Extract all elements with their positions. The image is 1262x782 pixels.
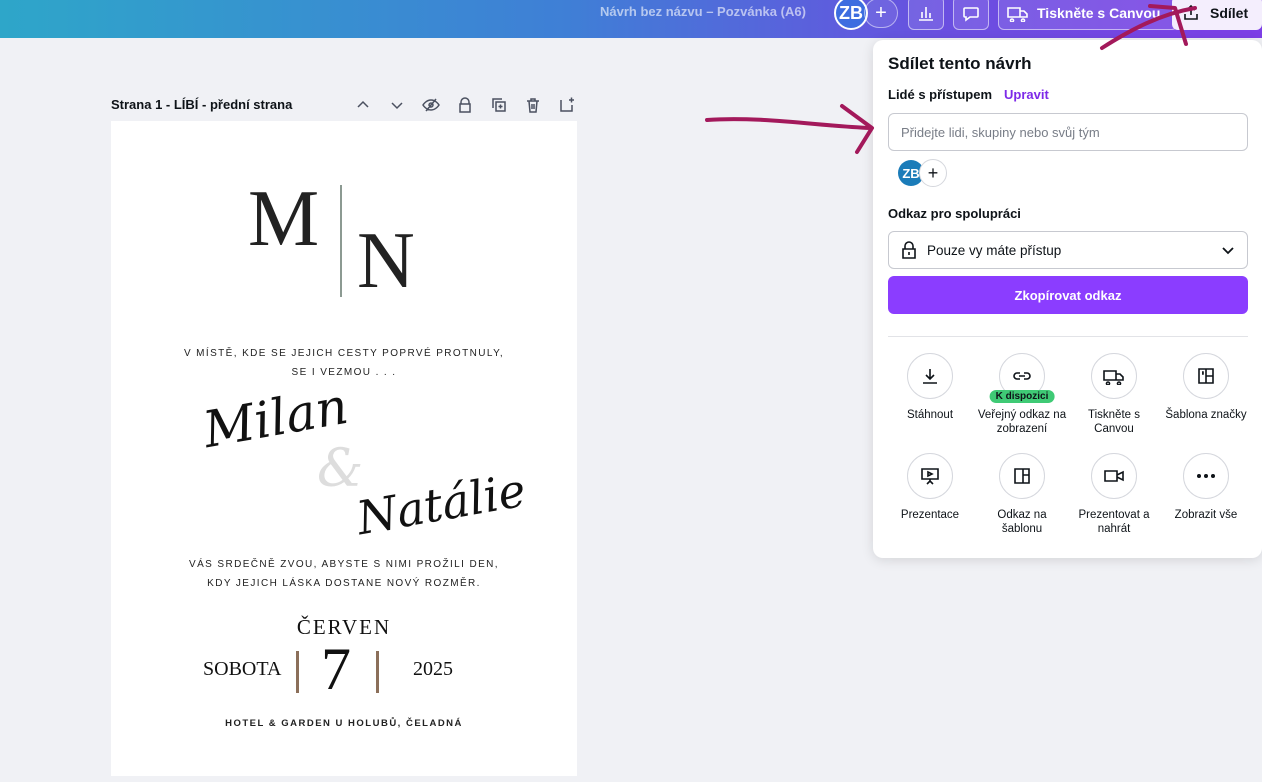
share-panel: Sdílet tento návrh Lidé s přístupem Upra…: [873, 40, 1262, 558]
annotation-arrow-input: [705, 104, 874, 154]
divider: [888, 336, 1248, 337]
monogram-left[interactable]: M: [248, 179, 319, 259]
add-people-input[interactable]: [888, 113, 1248, 151]
public-view-link-label: Veřejný odkaz na zobrazení: [977, 409, 1067, 435]
share-label: Sdílet: [1210, 5, 1249, 21]
comments-button[interactable]: [953, 0, 989, 30]
copy-link-button[interactable]: Zkopírovat odkaz: [888, 276, 1248, 314]
lock-icon: [459, 97, 471, 113]
invite-line-3[interactable]: VÁS SRDEČNĚ ZVOU, ABYSTE S NIMI PROŽILI …: [111, 559, 577, 570]
user-avatar[interactable]: ZB: [834, 0, 868, 30]
download-icon: [923, 369, 937, 384]
add-collaborator-button[interactable]: +: [864, 0, 898, 28]
day-number[interactable]: 7: [321, 639, 351, 699]
intro-line-2[interactable]: SE I VEZMOU . . .: [111, 367, 577, 378]
edit-access-link[interactable]: Upravit: [1004, 87, 1049, 102]
print-with-canva-button[interactable]: Tiskněte s Canvou: [998, 0, 1178, 30]
presentation-label: Prezentace: [900, 509, 960, 521]
monogram-right[interactable]: N: [357, 221, 415, 301]
lock-page-button[interactable]: [454, 94, 476, 116]
intro-line-1[interactable]: V MÍSTĚ, KDE SE JEJICH CESTY POPRVÉ PROT…: [111, 348, 577, 359]
template-link-option[interactable]: Odkaz na šablonu: [976, 453, 1068, 536]
download-label: Stáhnout: [906, 409, 954, 421]
upload-icon: [1184, 4, 1198, 20]
truck-icon: [1007, 7, 1028, 22]
public-view-link-option[interactable]: K dispozici Veřejný odkaz na zobrazení: [976, 353, 1068, 436]
download-option[interactable]: Stáhnout: [884, 353, 976, 422]
brand-template-icon: [1198, 368, 1214, 384]
lock-icon: [902, 241, 916, 259]
more-icon: [1197, 474, 1215, 478]
comment-icon: [963, 7, 979, 22]
collab-link-label: Odkaz pro spolupráci: [888, 206, 1021, 221]
top-bar: Návrh bez názvu – Pozvánka (A6) ZB + Tis…: [0, 0, 1262, 38]
delete-page-button[interactable]: [522, 94, 544, 116]
design-canvas[interactable]: M N V MÍSTĚ, KDE SE JEJICH CESTY POPRVÉ …: [111, 121, 577, 776]
brand-template-option[interactable]: Šablona značky: [1160, 353, 1252, 422]
add-page-icon: [560, 97, 574, 112]
trash-icon: [527, 98, 539, 113]
duplicate-page-button[interactable]: [488, 94, 510, 116]
truck-icon: [1103, 370, 1124, 385]
available-badge: K dispozici: [989, 390, 1055, 403]
share-button[interactable]: Sdílet: [1172, 0, 1262, 30]
venue-text[interactable]: HOTEL & GARDEN U HOLUBŮ, ČELADNÁ: [111, 718, 577, 729]
people-access-label: Lidé s přístupem: [888, 87, 993, 102]
page-title[interactable]: Strana 1 - LÍBÍ - přední strana: [111, 97, 292, 112]
show-all-option[interactable]: Zobrazit vše: [1160, 453, 1252, 522]
monogram-divider[interactable]: [340, 185, 342, 297]
print-option-label: Tiskněte s Canvou: [1088, 409, 1140, 435]
chevron-down-icon: [391, 102, 403, 110]
print-option[interactable]: Tiskněte s Canvou: [1068, 353, 1160, 436]
invite-line-4[interactable]: KDY JEJICH LÁSKA DOSTANE NOVÝ ROZMĚR.: [111, 578, 577, 589]
add-page-button[interactable]: [556, 94, 578, 116]
chevron-down-icon: [1222, 247, 1234, 255]
presentation-option[interactable]: Prezentace: [884, 453, 976, 522]
access-level-select[interactable]: Pouze vy máte přístup: [888, 231, 1248, 269]
present-and-record-label: Prezentovat a nahrát: [1078, 509, 1150, 535]
ampersand[interactable]: &: [317, 439, 363, 499]
bride-name[interactable]: Natálie: [353, 463, 530, 546]
print-label: Tiskněte s Canvou: [1037, 5, 1161, 21]
show-all-label: Zobrazit vše: [1174, 509, 1238, 521]
year-text[interactable]: 2025: [413, 658, 453, 681]
move-up-button[interactable]: [352, 94, 374, 116]
date-divider-right[interactable]: [376, 651, 379, 693]
document-title[interactable]: Návrh bez názvu – Pozvánka (A6): [600, 4, 806, 19]
access-level-value: Pouze vy máte přístup: [927, 242, 1062, 258]
link-icon: [1013, 372, 1031, 380]
eye-off-icon: [422, 98, 440, 112]
presentation-icon: [921, 468, 939, 485]
move-down-button[interactable]: [386, 94, 408, 116]
date-divider-left[interactable]: [296, 651, 299, 693]
template-link-icon: [1014, 468, 1030, 484]
chevron-up-icon: [357, 100, 369, 108]
day-name[interactable]: SOBOTA: [203, 658, 281, 681]
video-camera-icon: [1104, 470, 1124, 482]
brand-template-label: Šablona značky: [1165, 409, 1247, 421]
insights-button[interactable]: [908, 0, 944, 30]
hide-page-button[interactable]: [420, 94, 442, 116]
bar-chart-icon: [919, 7, 933, 21]
share-panel-title: Sdílet tento návrh: [888, 54, 1032, 73]
present-and-record-option[interactable]: Prezentovat a nahrát: [1068, 453, 1160, 536]
template-link-label: Odkaz na šablonu: [997, 509, 1047, 535]
duplicate-icon: [492, 98, 506, 112]
page-toolbar: [352, 94, 578, 116]
add-person-button[interactable]: +: [919, 159, 947, 187]
